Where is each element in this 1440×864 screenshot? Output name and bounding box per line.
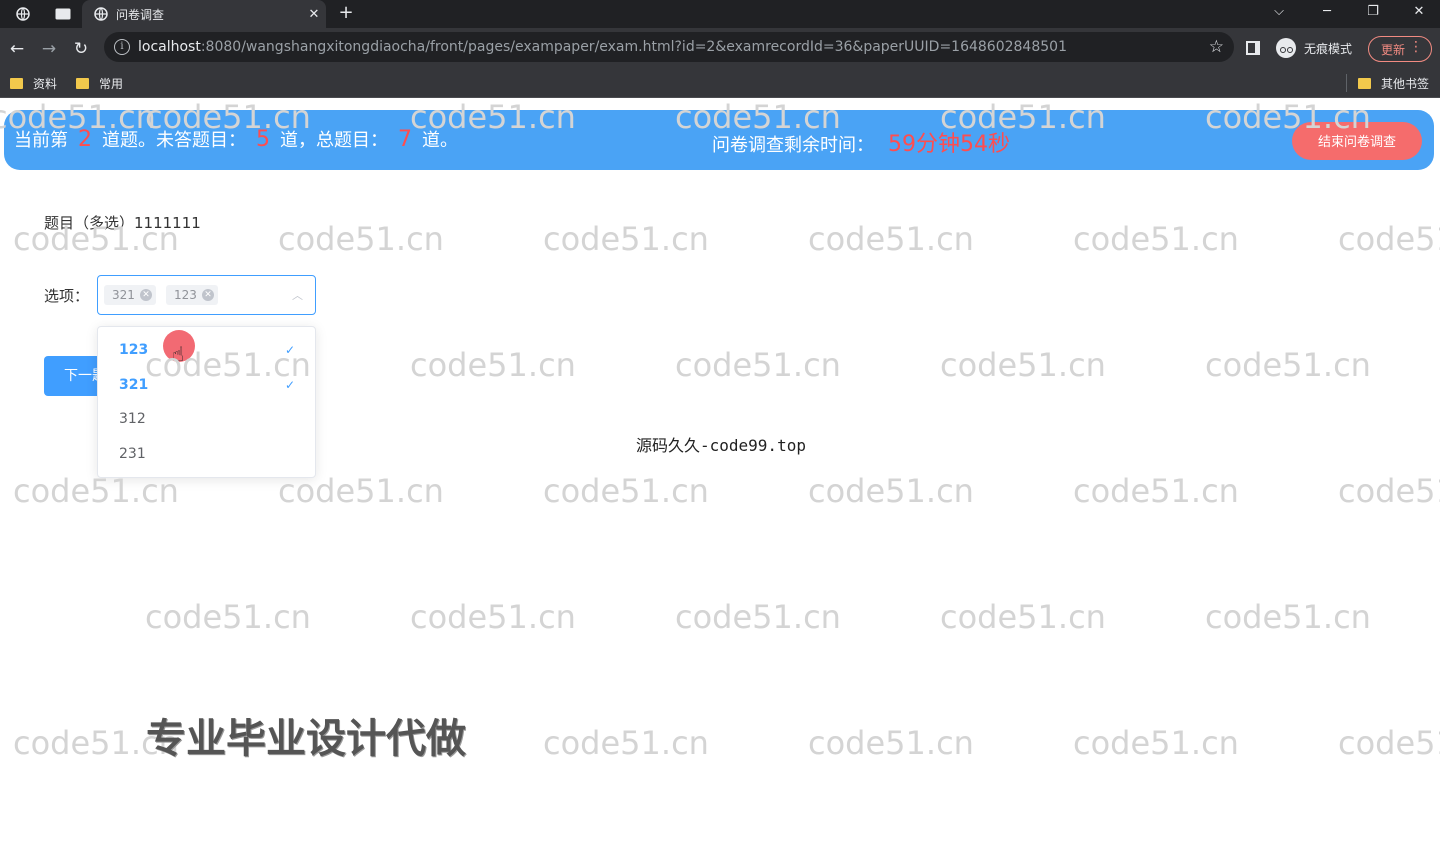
watermark: code51.cn [1338,724,1440,762]
chevron-up-icon[interactable]: ︿ [292,287,303,303]
incognito-indicator[interactable]: 无痕模式 [1276,38,1352,58]
progress-text: 当前第 2 道题。未答题目： 5 道，总题目： 7 道。 [14,126,458,152]
tab-active[interactable]: 问卷调查 ✕ [82,0,326,28]
watermark: code51.cn [808,724,974,762]
tab-title: 问卷调查 [116,7,165,22]
folder-icon [10,78,23,89]
browser-tab-strip: 问卷调查 ✕ + ⌵ ─ ❐ ✕ [0,0,1440,28]
dropdown-option[interactable]: 123 ✓ [98,333,315,368]
watermark: code51.cn [1338,220,1440,258]
watermark: code51.cn [410,346,576,384]
browser-profile-icon[interactable] [12,4,34,24]
tab-search-icon[interactable] [52,4,74,24]
watermark: code51.cn [1073,472,1239,510]
watermark: code51.cn [808,472,974,510]
source-watermark: 源码久久-code99.top [636,436,806,455]
update-button[interactable]: 更新 ⋮ [1368,36,1432,62]
total-prefix: 道，总题目： [280,130,388,151]
back-arrow-icon[interactable]: ← [6,38,28,60]
watermark: code51.cn [543,724,709,762]
selected-tag: 123 ✕ [166,285,218,305]
watermark: code51.cn [1205,346,1371,384]
minimize-icon[interactable]: ─ [1312,2,1342,22]
selected-tag: 321 ✕ [104,285,156,305]
watermark: code51.cn [410,598,576,636]
option-label: 321 [119,376,149,393]
unanswered-prefix: 道题。未答题目： [102,130,246,151]
bookmark-folder-ziliao[interactable]: 资料 [10,75,57,92]
promo-overlay: 专业毕业设计代做 [146,716,466,762]
watermark: code51.cn [675,598,841,636]
watermark: code51.cn [543,472,709,510]
unanswered-count: 5 [256,127,270,152]
watermark: code51.cn [940,598,1106,636]
watermark: code51.cn [278,220,444,258]
reload-icon[interactable]: ↻ [70,38,92,60]
url-path: :8080/wangshangxitongdiaocha/front/pages… [200,39,1067,55]
option-label: 123 [119,342,149,358]
watermark: code51.cn [543,220,709,258]
bookmark-separator [1346,74,1347,92]
tab-list-chevron-icon[interactable]: ⌵ [1264,2,1294,22]
options-dropdown: 123 ✓ 321 ✓ 312 231 [97,326,316,478]
options-label: 选项： [44,287,90,305]
page-content: 当前第 2 道题。未答题目： 5 道，总题目： 7 道。 问卷调查剩余时间： 59分钟54秒 … [0,98,1440,864]
bookmark-label: 其他书签 [1381,77,1430,91]
question-title: 题目（多选）1111111 [44,214,201,232]
tag-label: 123 [174,288,197,302]
watermark: code51.cn [1205,598,1371,636]
watermark: code51.cn [675,346,841,384]
menu-dots-icon[interactable]: ⋮ [1409,39,1423,55]
browser-toolbar: ← → ↻ i localhost:8080/wangshangxitongdi… [0,28,1440,68]
dropdown-option[interactable]: 231 [98,437,315,472]
bookmark-label: 常用 [99,77,124,91]
current-prefix: 当前第 [14,130,68,151]
bookmark-folder-other[interactable]: 其他书签 [1358,75,1429,92]
timer: 问卷调查剩余时间： 59分钟54秒 [712,126,1010,158]
total-suffix: 道。 [422,130,458,151]
tag-close-icon[interactable]: ✕ [140,289,152,301]
watermark: code51.cn [145,598,311,636]
tag-label: 321 [112,288,135,302]
address-bar[interactable]: i localhost:8080/wangshangxitongdiaocha/… [104,32,1234,62]
bookmark-folder-changyong[interactable]: 常用 [76,75,123,92]
dropdown-option[interactable]: 321 ✓ [98,368,315,403]
folder-icon [76,78,89,89]
restore-icon[interactable]: ❐ [1358,2,1388,22]
close-window-icon[interactable]: ✕ [1404,2,1434,22]
side-panel-icon[interactable] [1246,41,1260,55]
hand-cursor-icon: ☝ [172,342,185,366]
watermark: code51.cn [1073,724,1239,762]
bookmark-star-icon[interactable]: ☆ [1209,37,1224,57]
bookmark-label: 资料 [33,77,58,91]
option-label: 312 [119,411,146,427]
update-label: 更新 [1381,42,1406,57]
dropdown-option[interactable]: 312 [98,402,315,437]
bookmarks-bar: 资料 常用 其他书签 [0,68,1440,98]
check-icon: ✓ [284,343,295,357]
folder-icon [1358,78,1371,89]
incognito-label: 无痕模式 [1304,41,1353,56]
watermark: code51.cn [940,346,1106,384]
options-multi-select[interactable]: 321 ✕ 123 ✕ ︿ [97,275,316,315]
end-survey-button[interactable]: 结束问卷调查 [1292,122,1422,160]
incognito-icon [1276,38,1296,58]
check-icon: ✓ [284,377,295,392]
url-host: localhost [138,39,201,55]
total-count: 7 [398,127,412,152]
tab-close-icon[interactable]: ✕ [302,7,326,22]
option-label: 231 [119,445,146,462]
exam-status-bar: 当前第 2 道题。未答题目： 5 道，总题目： 7 道。 问卷调查剩余时间： 59分钟54秒 … [4,110,1434,170]
forward-arrow-icon[interactable]: → [38,38,60,60]
watermark: code51.cn [1338,472,1440,510]
tag-close-icon[interactable]: ✕ [202,289,214,301]
timer-label: 问卷调查剩余时间： [712,135,874,156]
watermark: code51.cn [808,220,974,258]
watermark: code51.cn [1073,220,1239,258]
current-question-number: 2 [78,127,92,152]
globe-icon [94,7,108,21]
new-tab-button[interactable]: + [336,3,356,23]
site-info-icon[interactable]: i [114,39,130,55]
timer-value: 59分钟54秒 [888,132,1010,157]
